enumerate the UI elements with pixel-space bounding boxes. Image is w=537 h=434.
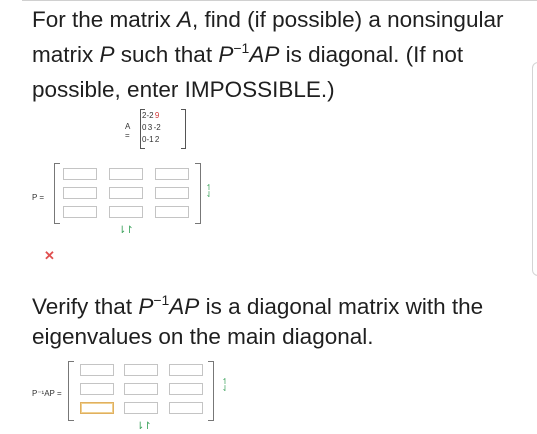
column-resize-arrows-icon[interactable]: ⇂↾ (136, 421, 152, 432)
row-resize-control[interactable]: ↿ ⇃ (205, 184, 213, 199)
matrix-cell: -1 (146, 134, 154, 144)
matrix-p-cell[interactable] (155, 168, 189, 180)
matrix-p-cell[interactable] (155, 187, 189, 199)
matrix-pap-label: P⁻¹AP = (32, 389, 62, 398)
matrix-p-cell[interactable] (109, 187, 143, 199)
right-bracket (208, 361, 214, 421)
column-resize-arrows-icon[interactable]: ⇂↾ (118, 225, 134, 236)
left-bracket (54, 163, 60, 224)
matrix-p-cell[interactable] (63, 168, 97, 180)
matrix-p-cell[interactable] (109, 168, 143, 180)
matrix-p-cell[interactable] (155, 206, 189, 218)
remove-row-arrow-icon[interactable]: ⇃ (221, 385, 229, 393)
matrix-p-cell[interactable] (109, 206, 143, 218)
matrix-a-values: 2 -2 9 0 3 -2 0 -1 2 (142, 109, 161, 145)
matrix-pap-cell[interactable] (169, 364, 203, 376)
matrix-pap-cell[interactable] (80, 402, 114, 414)
problem-statement: For the matrix A, find (if possible) a n… (32, 7, 504, 102)
matrix-row: 2 -2 9 (142, 109, 161, 121)
matrix-pap-cell[interactable] (169, 402, 203, 414)
matrix-pap-cell[interactable] (124, 383, 158, 395)
matrix-cell: 0 (142, 122, 147, 132)
matrix-p-label: P = (32, 193, 45, 202)
matrix-pap-cell[interactable] (80, 383, 114, 395)
matrix-row: 0 -1 2 (142, 133, 161, 145)
right-bracket (181, 109, 186, 149)
matrix-row: 0 3 -2 (142, 121, 161, 133)
matrix-p-cell[interactable] (63, 187, 97, 199)
incorrect-mark-icon: ✕ (44, 248, 55, 263)
top-divider (22, 0, 537, 1)
matrix-a-label: A = (125, 122, 130, 140)
left-bracket (68, 361, 74, 421)
matrix-p-cell[interactable] (63, 206, 97, 218)
right-bracket (195, 163, 201, 224)
matrix-cell: 9 (154, 110, 160, 120)
matrix-pap-cell[interactable] (124, 364, 158, 376)
matrix-cell: -2 (146, 110, 154, 120)
matrix-pap-cell[interactable] (169, 383, 203, 395)
verify-statement: Verify that P−1AP is a diagonal matrix w… (32, 292, 484, 349)
matrix-cell: -2 (153, 122, 161, 132)
row-resize-control[interactable]: ↿ ⇃ (221, 378, 229, 393)
matrix-pap-cell[interactable] (124, 402, 158, 414)
matrix-cell: 2 (154, 134, 160, 144)
side-panel-edge (532, 62, 537, 276)
matrix-pap-cell[interactable] (80, 364, 114, 376)
matrix-cell: 3 (147, 122, 153, 132)
remove-row-arrow-icon[interactable]: ⇃ (205, 191, 213, 199)
